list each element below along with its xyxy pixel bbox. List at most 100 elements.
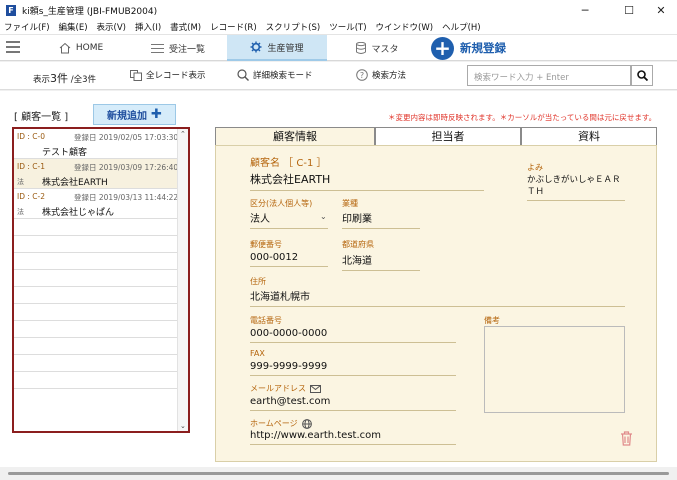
database-icon <box>356 42 367 54</box>
customer-name-label: 顧客名 ［ C-1 ］ <box>250 158 327 169</box>
minimize-button[interactable]: ─ <box>565 0 605 20</box>
new-register-button[interactable]: + 新規登録 <box>431 36 506 60</box>
customer-list: ID : C-0 登録日 2019/02/05 17:03:30 テスト顧客 I… <box>12 127 190 433</box>
memo-label: 備考 <box>484 316 500 325</box>
industry-label: 業種 <box>342 199 358 208</box>
zip-field[interactable]: 000-0012 <box>250 252 328 267</box>
menu-bar: ファイル(F) 編集(E) 表示(V) 挿入(I) 書式(M) レコード(R) … <box>0 20 677 34</box>
pref-field[interactable]: 北海道 <box>342 252 420 271</box>
menu-tools[interactable]: ツール(T) <box>329 21 366 33</box>
record-count-shown: 3件 <box>50 72 69 85</box>
add-customer-button[interactable]: 新規追加 ✚ <box>93 104 176 125</box>
tool-bar: 表示3件 /全3件 全レコード表示 詳細検索モード ? 検索方法 検索ワード入力… <box>0 62 677 90</box>
nav-orders[interactable]: 受注一覧 <box>148 35 208 61</box>
detail-search-label: 詳細検索モード <box>253 71 313 81</box>
nav-master[interactable]: マスタ <box>355 35 400 61</box>
record-name: テスト顧客 <box>42 148 88 158</box>
web-label-group: ホームページ <box>250 418 312 429</box>
tab-customer-info[interactable]: 顧客情報 <box>215 127 375 147</box>
customer-name-field[interactable]: 株式会社EARTH <box>250 171 484 191</box>
yomi-label: よみ <box>527 163 543 172</box>
record-date: 登録日 2019/03/09 17:26:40 <box>74 163 179 172</box>
empty-row <box>14 219 188 236</box>
detail-tabs: 顧客情報 担当者 資料 <box>215 127 657 147</box>
svg-text:?: ? <box>360 71 364 80</box>
search-icon <box>636 70 648 81</box>
address-field[interactable]: 北海道札幌市 <box>250 288 625 307</box>
empty-row <box>14 253 188 270</box>
menu-records[interactable]: レコード(R) <box>210 21 257 33</box>
empty-row <box>14 270 188 287</box>
nav-master-label: マスタ <box>371 44 399 55</box>
website-field[interactable]: http://www.earth.test.com <box>250 430 456 445</box>
email-field[interactable]: earth@test.com <box>250 396 456 411</box>
globe-icon[interactable] <box>301 418 312 429</box>
hamburger-menu-icon[interactable] <box>6 41 20 54</box>
list-item[interactable]: ID : C-0 登録日 2019/02/05 17:03:30 テスト顧客 <box>14 129 188 159</box>
tab-materials[interactable]: 資料 <box>521 127 657 146</box>
empty-row <box>14 236 188 253</box>
zip-label: 郵便番号 <box>250 240 282 249</box>
customer-list-title: [ 顧客一覧 ] <box>14 112 69 123</box>
list-item[interactable]: ID : C-1 登録日 2019/03/09 17:26:40 法 株式会社E… <box>14 159 188 189</box>
new-register-label: 新規登録 <box>460 41 506 55</box>
detail-search-button[interactable]: 詳細検索モード <box>237 69 313 81</box>
empty-row <box>14 372 188 389</box>
home-icon <box>59 42 71 54</box>
record-id: ID : C-1 <box>17 162 45 171</box>
search-input[interactable]: 検索ワード入力 + Enter <box>467 65 631 86</box>
empty-row <box>14 338 188 355</box>
gear-icon <box>250 41 262 53</box>
scroll-down-icon[interactable]: ⌄ <box>180 422 186 430</box>
industry-field[interactable]: 印刷業 <box>342 210 420 229</box>
empty-row <box>14 355 188 372</box>
phone-label: 電話番号 <box>250 316 282 325</box>
all-records-button[interactable]: 全レコード表示 <box>130 69 206 81</box>
nav-bar: HOME 受注一覧 生産管理 マスタ + 新規登録 <box>0 34 677 61</box>
horizontal-scrollbar[interactable] <box>0 467 677 480</box>
record-name: 株式会社じゃぱん <box>42 208 115 218</box>
list-icon <box>150 43 164 53</box>
menu-file[interactable]: ファイル(F) <box>4 21 50 33</box>
fax-label: FAX <box>250 349 265 358</box>
search-button[interactable] <box>631 65 653 86</box>
search-help-button[interactable]: ? 検索方法 <box>356 69 406 81</box>
search-icon <box>237 69 249 81</box>
memo-field[interactable] <box>484 326 625 413</box>
trash-icon[interactable] <box>620 431 633 446</box>
menu-window[interactable]: ウインドウ(W) <box>376 21 434 33</box>
tab-staff[interactable]: 担当者 <box>375 127 521 146</box>
empty-row <box>14 287 188 304</box>
customer-detail-panel: 顧客名 ［ C-1 ］ 株式会社EARTH よみ かぶしきがいしゃＥＡＲＴＨ 区… <box>215 145 657 462</box>
nav-home[interactable]: HOME <box>56 35 106 61</box>
record-type: 法 <box>17 178 24 186</box>
kind-label: 区分(法人個人等) <box>250 199 313 208</box>
mail-icon[interactable] <box>310 384 321 393</box>
menu-view[interactable]: 表示(V) <box>97 21 126 33</box>
nav-home-label: HOME <box>75 43 104 53</box>
scrollbar-thumb[interactable] <box>8 472 669 475</box>
scroll-up-icon[interactable]: ⌃ <box>180 130 186 138</box>
pref-label: 都道府県 <box>342 240 374 249</box>
chevron-down-icon: ⌄ <box>320 212 327 221</box>
phone-field[interactable]: 000-0000-0000 <box>250 328 456 343</box>
list-item[interactable]: ID : C-2 登録日 2019/03/13 11:44:22 法 株式会社じ… <box>14 189 188 219</box>
kind-select[interactable]: 法人 <box>250 210 328 229</box>
nav-production-label: 生産管理 <box>267 43 304 54</box>
plus-circle-icon: + <box>431 36 454 60</box>
close-button[interactable]: ✕ <box>641 0 677 20</box>
list-scrollbar[interactable]: ⌃ ⌄ <box>177 129 188 431</box>
menu-help[interactable]: ヘルプ(H) <box>442 21 481 33</box>
notice-text: ＊変更内容は即時反映されます。＊カーソルが当たっている間は元に戻せます。 <box>388 113 657 122</box>
yomi-field[interactable]: かぶしきがいしゃＥＡＲＴＨ <box>527 173 625 201</box>
add-customer-label: 新規追加 <box>107 111 148 122</box>
menu-insert[interactable]: 挿入(I) <box>135 21 161 33</box>
menu-edit[interactable]: 編集(E) <box>59 21 88 33</box>
nav-production[interactable]: 生産管理 <box>227 35 327 61</box>
menu-scripts[interactable]: スクリプト(S) <box>266 21 321 33</box>
email-label: メールアドレス <box>250 384 306 393</box>
record-date: 登録日 2019/02/05 17:03:30 <box>74 133 179 142</box>
fax-field[interactable]: 999-9999-9999 <box>250 361 456 376</box>
help-circle-icon: ? <box>356 69 368 81</box>
menu-format[interactable]: 書式(M) <box>170 21 201 33</box>
